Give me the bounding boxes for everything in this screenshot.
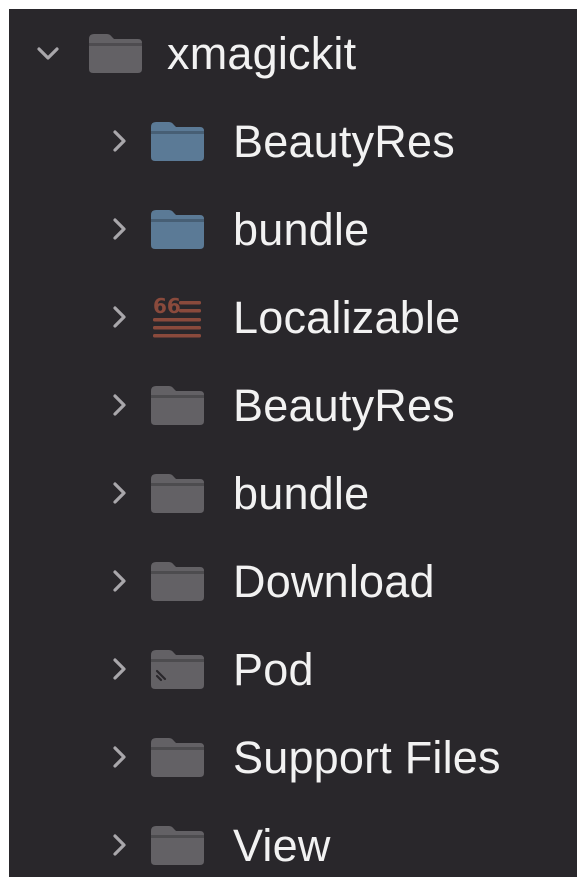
- folder-icon: [147, 471, 207, 515]
- chevron-right-icon[interactable]: [106, 480, 132, 506]
- chevron-right-icon[interactable]: [106, 392, 132, 418]
- chevron-right-icon[interactable]: [106, 128, 132, 154]
- tree-row-label: Pod: [233, 643, 314, 695]
- tree-row-label: Support Files: [233, 731, 501, 783]
- folder-icon: [147, 823, 207, 867]
- tree-row-label: bundle: [233, 203, 370, 255]
- tree-row-label: Localizable: [233, 291, 461, 343]
- folder-icon: [147, 559, 207, 603]
- folder-icon: [147, 383, 207, 427]
- pod-folder-icon: [147, 647, 207, 691]
- svg-text:66: 66: [153, 295, 181, 318]
- tree-row-label: View: [233, 819, 331, 871]
- tree-row-beautyres[interactable]: BeautyRes: [9, 97, 577, 185]
- strings-file-icon: 66: [147, 295, 207, 339]
- chevron-right-icon[interactable]: [106, 304, 132, 330]
- tree-row-localizable[interactable]: 66 Localizable: [9, 273, 577, 361]
- chevron-right-icon[interactable]: [106, 216, 132, 242]
- chevron-right-icon[interactable]: [106, 656, 132, 682]
- tree-row-bundle[interactable]: bundle: [9, 185, 577, 273]
- chevron-right-icon[interactable]: [106, 832, 132, 858]
- tree-row-label: Download: [233, 555, 435, 607]
- folder-icon: [85, 31, 145, 75]
- folder-icon: [147, 207, 207, 251]
- tree-row-label: bundle: [233, 467, 370, 519]
- tree-row-label: xmagickit: [167, 27, 357, 79]
- tree-row-label: BeautyRes: [233, 379, 455, 431]
- project-navigator: xmagickit BeautyRes bundle 66 Localizable Be…: [9, 9, 577, 877]
- tree-row-label: BeautyRes: [233, 115, 455, 167]
- tree-row-beautyres[interactable]: BeautyRes: [9, 361, 577, 449]
- chevron-down-icon[interactable]: [35, 40, 61, 66]
- tree-row-support-files[interactable]: Support Files: [9, 713, 577, 801]
- tree-row-download[interactable]: Download: [9, 537, 577, 625]
- folder-icon: [147, 119, 207, 163]
- folder-icon: [147, 735, 207, 779]
- chevron-right-icon[interactable]: [106, 568, 132, 594]
- tree-row-bundle[interactable]: bundle: [9, 449, 577, 537]
- tree-row-pod[interactable]: Pod: [9, 625, 577, 713]
- tree-row-view[interactable]: View: [9, 801, 577, 889]
- tree-row-xmagickit[interactable]: xmagickit: [9, 9, 577, 97]
- chevron-right-icon[interactable]: [106, 744, 132, 770]
